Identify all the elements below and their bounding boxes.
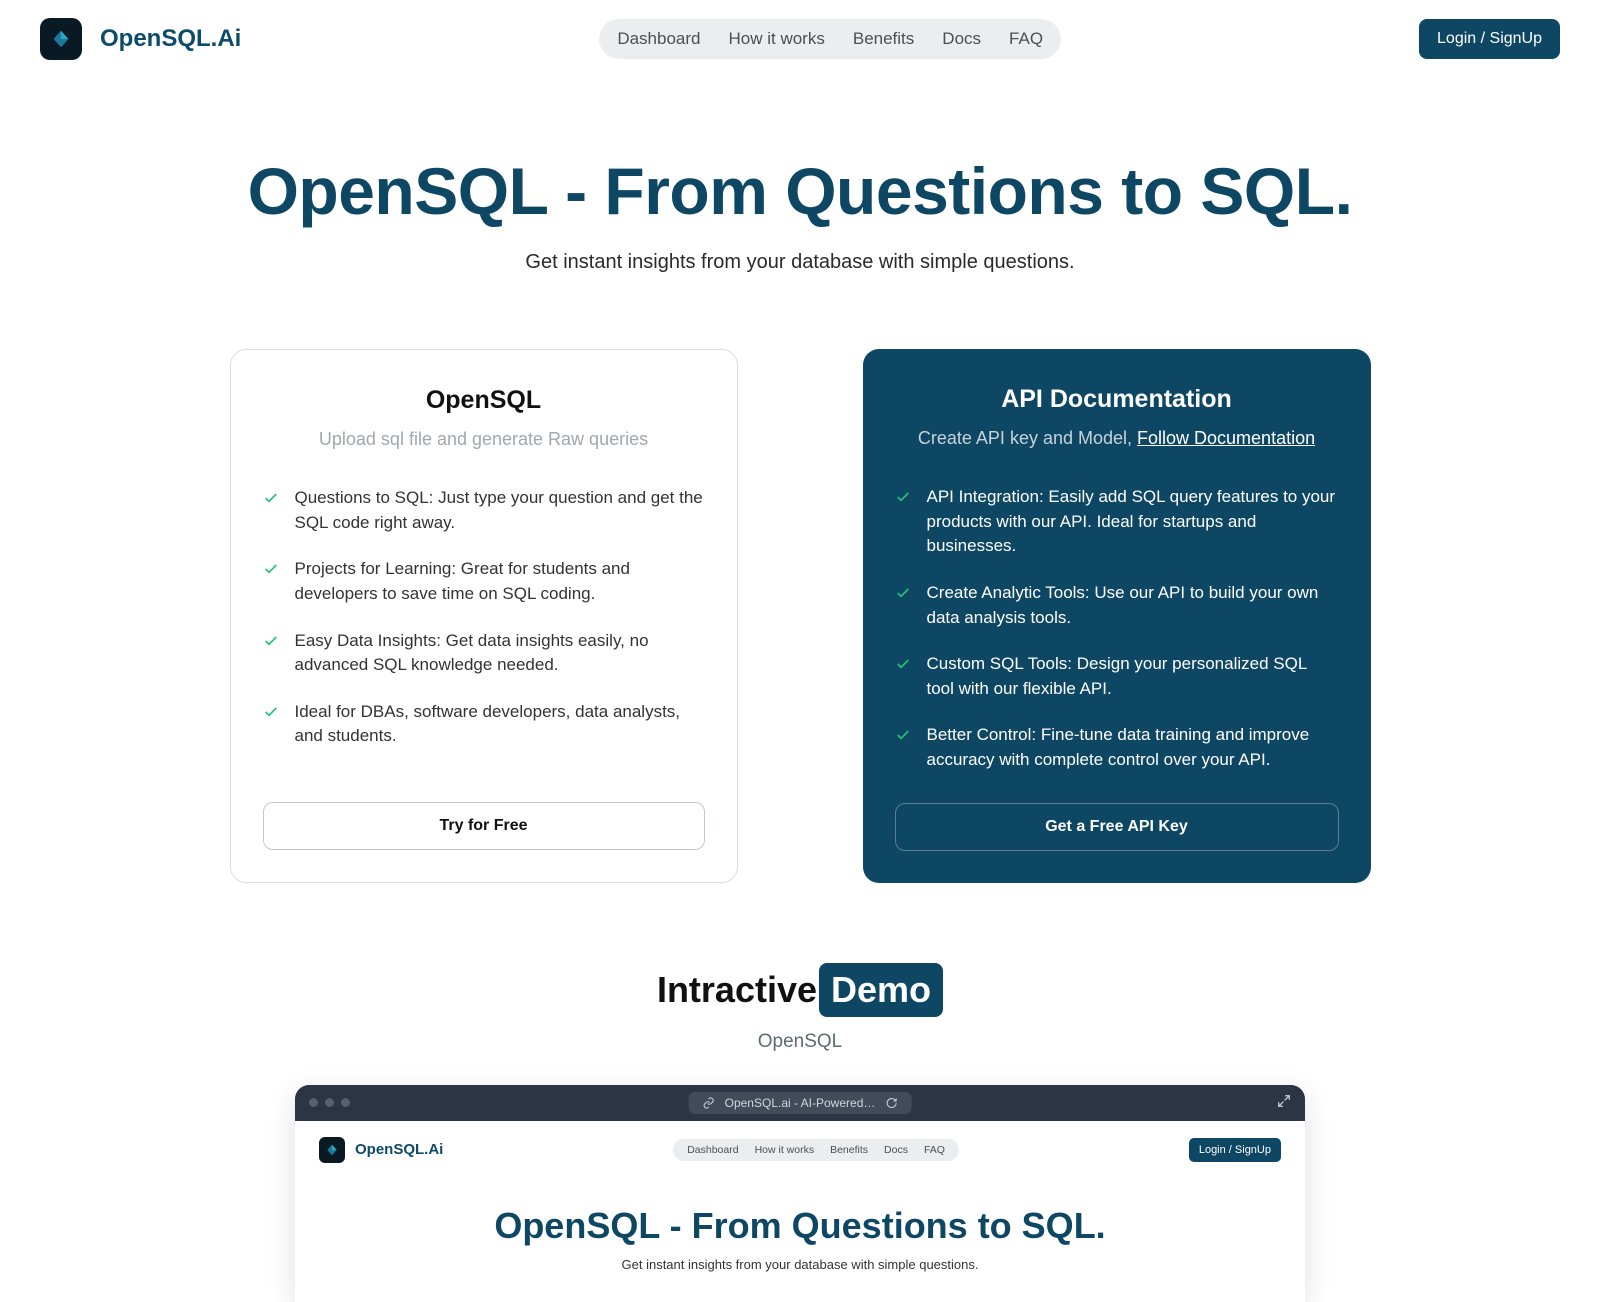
inner-login-button[interactable]: Login / SignUp <box>1189 1138 1281 1162</box>
card-opensql-subtitle: Upload sql file and generate Raw queries <box>263 429 705 450</box>
card-api-subtitle: Create API key and Model, Follow Documen… <box>895 428 1339 449</box>
demo-heading: IntractiveDemo OpenSQL <box>0 963 1600 1053</box>
demo-title-b: Demo <box>819 963 943 1017</box>
get-api-key-button[interactable]: Get a Free API Key <box>895 803 1339 851</box>
check-icon <box>895 585 911 601</box>
feature-item: Create Analytic Tools: Use our API to bu… <box>895 581 1339 630</box>
check-icon <box>895 727 911 743</box>
inner-hero: OpenSQL - From Questions to SQL. Get ins… <box>319 1205 1281 1272</box>
brand-name: OpenSQL.Ai <box>100 25 241 53</box>
main-nav: Dashboard How it works Benefits Docs FAQ <box>599 19 1061 59</box>
inner-nav: Dashboard How it works Benefits Docs FAQ <box>673 1139 959 1161</box>
feature-item: Easy Data Insights: Get data insights ea… <box>263 629 705 678</box>
window-dots <box>309 1098 350 1107</box>
check-icon <box>263 704 279 720</box>
inner-nav-dashboard[interactable]: Dashboard <box>687 1144 738 1156</box>
inner-nav-docs[interactable]: Docs <box>884 1144 908 1156</box>
site-header: OpenSQL.Ai Dashboard How it works Benefi… <box>0 0 1600 78</box>
cards-row: OpenSQL Upload sql file and generate Raw… <box>0 349 1600 883</box>
inner-header: OpenSQL.Ai Dashboard How it works Benefi… <box>319 1137 1281 1163</box>
card-api-features: API Integration: Easily add SQL query fe… <box>895 485 1339 773</box>
login-signup-button[interactable]: Login / SignUp <box>1419 19 1560 59</box>
browser-address-text: OpenSQL.ai - AI-Powered… <box>725 1096 876 1110</box>
check-icon <box>263 490 279 506</box>
feature-text: Better Control: Fine-tune data training … <box>927 723 1339 772</box>
check-icon <box>895 656 911 672</box>
feature-text: Questions to SQL: Just type your questio… <box>295 486 705 535</box>
nav-faq[interactable]: FAQ <box>1009 29 1043 49</box>
browser-address: OpenSQL.ai - AI-Powered… <box>689 1092 912 1114</box>
feature-text: Easy Data Insights: Get data insights ea… <box>295 629 705 678</box>
inner-nav-faq[interactable]: FAQ <box>924 1144 945 1156</box>
check-icon <box>895 489 911 505</box>
feature-text: Create Analytic Tools: Use our API to bu… <box>927 581 1339 630</box>
feature-item: Ideal for DBAs, software developers, dat… <box>263 700 705 749</box>
feature-text: Projects for Learning: Great for student… <box>295 557 705 606</box>
card-api-title: API Documentation <box>895 385 1339 414</box>
demo-browser: OpenSQL.ai - AI-Powered… OpenSQL.Ai Dash… <box>295 1085 1305 1302</box>
link-icon <box>703 1097 715 1109</box>
follow-documentation-link[interactable]: Follow Documentation <box>1137 428 1315 448</box>
inner-nav-how[interactable]: How it works <box>755 1144 815 1156</box>
feature-item: Questions to SQL: Just type your questio… <box>263 486 705 535</box>
card-opensql-title: OpenSQL <box>263 386 705 415</box>
inner-hero-title: OpenSQL - From Questions to SQL. <box>319 1205 1281 1247</box>
inner-nav-benefits[interactable]: Benefits <box>830 1144 868 1156</box>
card-api-docs: API Documentation Create API key and Mod… <box>863 349 1371 883</box>
nav-how-it-works[interactable]: How it works <box>729 29 825 49</box>
feature-item: Projects for Learning: Great for student… <box>263 557 705 606</box>
try-for-free-button[interactable]: Try for Free <box>263 802 705 850</box>
hero-subtitle: Get instant insights from your database … <box>0 251 1600 274</box>
demo-title-a: Intractive <box>657 969 817 1010</box>
card-opensql-features: Questions to SQL: Just type your questio… <box>263 486 705 772</box>
feature-text: API Integration: Easily add SQL query fe… <box>927 485 1339 559</box>
brand[interactable]: OpenSQL.Ai <box>40 18 241 60</box>
card-api-subtitle-text: Create API key and Model, <box>918 428 1137 448</box>
browser-body: OpenSQL.Ai Dashboard How it works Benefi… <box>295 1121 1305 1302</box>
dot-icon <box>309 1098 318 1107</box>
inner-brand[interactable]: OpenSQL.Ai <box>319 1137 443 1163</box>
hero-title: OpenSQL - From Questions to SQL. <box>0 153 1600 229</box>
card-opensql: OpenSQL Upload sql file and generate Raw… <box>230 349 738 883</box>
inner-logo-icon <box>319 1137 345 1163</box>
expand-icon[interactable] <box>1277 1094 1291 1111</box>
inner-brand-name: OpenSQL.Ai <box>355 1141 443 1158</box>
feature-item: API Integration: Easily add SQL query fe… <box>895 485 1339 559</box>
nav-docs[interactable]: Docs <box>942 29 981 49</box>
logo-icon <box>40 18 82 60</box>
hero: OpenSQL - From Questions to SQL. Get ins… <box>0 153 1600 274</box>
dot-icon <box>341 1098 350 1107</box>
feature-text: Custom SQL Tools: Design your personaliz… <box>927 652 1339 701</box>
feature-text: Ideal for DBAs, software developers, dat… <box>295 700 705 749</box>
feature-item: Better Control: Fine-tune data training … <box>895 723 1339 772</box>
inner-hero-sub: Get instant insights from your database … <box>319 1257 1281 1272</box>
browser-titlebar: OpenSQL.ai - AI-Powered… <box>295 1085 1305 1121</box>
demo-title: IntractiveDemo <box>657 963 943 1017</box>
demo-sub: OpenSQL <box>0 1031 1600 1053</box>
nav-benefits[interactable]: Benefits <box>853 29 914 49</box>
check-icon <box>263 561 279 577</box>
nav-dashboard[interactable]: Dashboard <box>617 29 700 49</box>
check-icon <box>263 633 279 649</box>
feature-item: Custom SQL Tools: Design your personaliz… <box>895 652 1339 701</box>
reload-icon <box>885 1097 897 1109</box>
dot-icon <box>325 1098 334 1107</box>
